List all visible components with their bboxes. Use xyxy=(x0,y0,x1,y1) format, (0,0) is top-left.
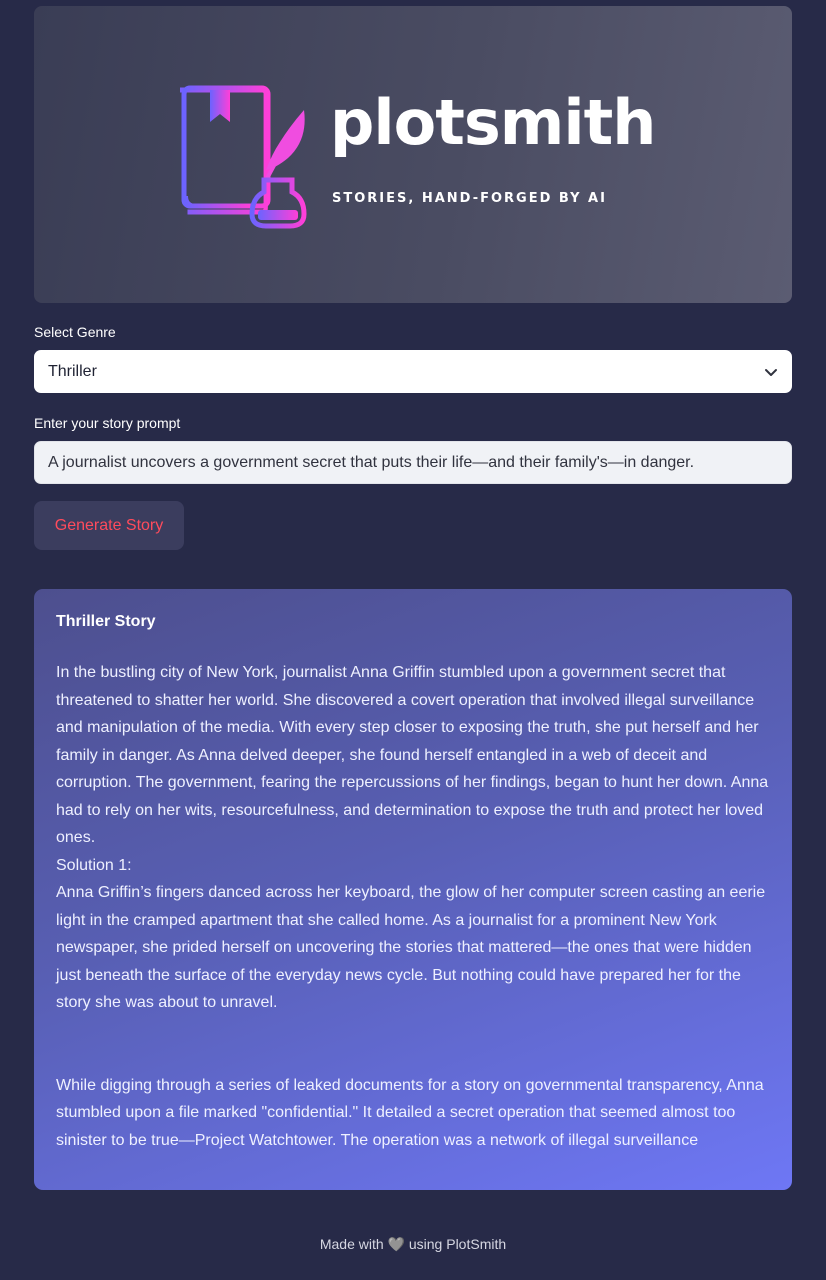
brand-tagline: STORIES, HAND-FORGED BY AI xyxy=(332,191,607,206)
footer-prefix: Made with xyxy=(319,1236,384,1252)
story-paragraph: While digging through a series of leaked… xyxy=(56,1076,764,1149)
footer: Made with 🩶 using PlotSmith xyxy=(0,1236,826,1253)
hero-banner: plotsmith STORIES, HAND-FORGED BY AI xyxy=(34,6,792,303)
footer-suffix: using PlotSmith xyxy=(408,1236,507,1252)
generate-story-button[interactable]: Generate Story xyxy=(34,501,184,550)
heart-icon: 🩶 xyxy=(387,1236,405,1252)
genre-selected-value: Thriller xyxy=(48,362,97,380)
story-paragraph: In the bustling city of New York, journa… xyxy=(56,664,769,846)
book-and-quill-icon xyxy=(180,85,307,229)
story-prompt-value[interactable]: A journalist uncovers a government secre… xyxy=(48,454,694,472)
story-paragraph: Anna Griffin’s fingers danced across her… xyxy=(56,884,766,1011)
story-output-panel: Thriller Story In the bustling city of N… xyxy=(34,589,792,1190)
chevron-down-icon[interactable] xyxy=(764,365,778,379)
solution-label: Solution 1: xyxy=(56,856,132,874)
genre-select[interactable]: Thriller xyxy=(34,350,792,393)
brand-name: plotsmith xyxy=(330,86,656,159)
story-title: Thriller Story xyxy=(56,613,156,630)
story-prompt-input[interactable]: A journalist uncovers a government secre… xyxy=(34,441,792,484)
genre-label: Select Genre xyxy=(34,324,116,340)
prompt-label: Enter your story prompt xyxy=(34,415,181,431)
